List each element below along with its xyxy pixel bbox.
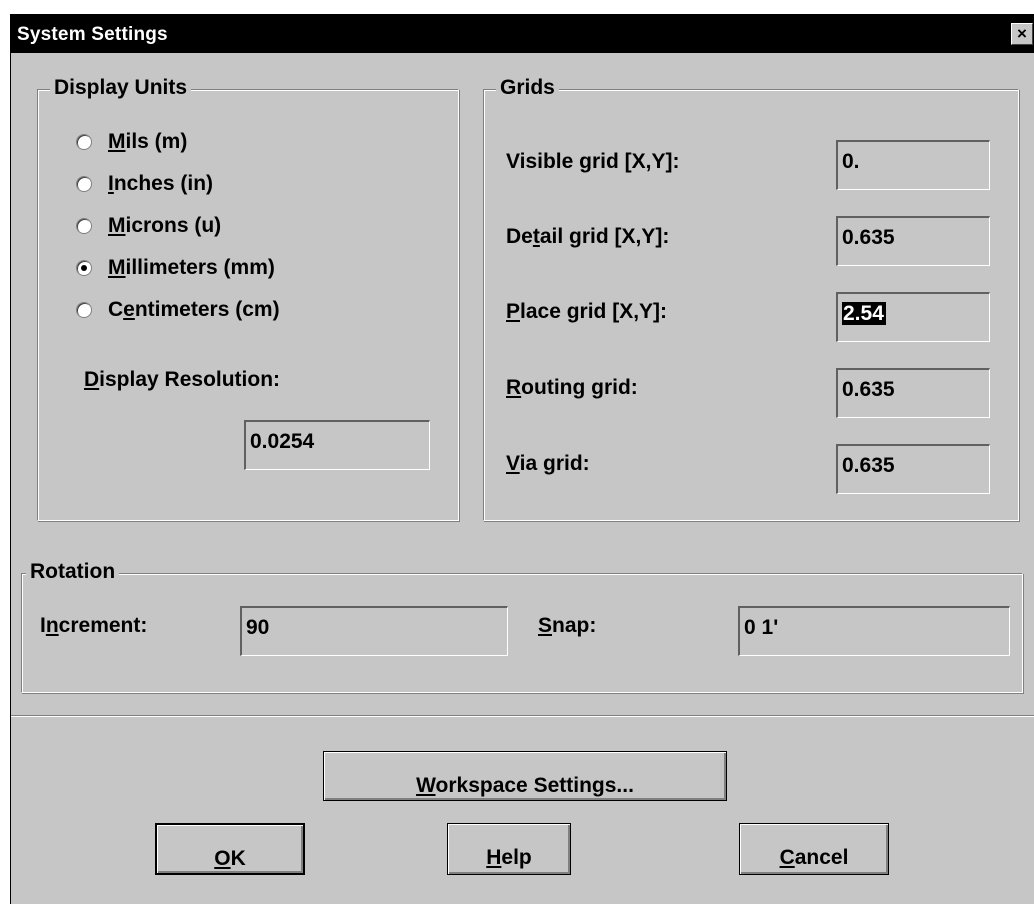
display-units-group: Display Units Mils (m) Inches (in) Micro… [37,76,459,521]
rotation-group: Rotation Increment: 90 Snap: 0 1' [21,560,1023,693]
close-button[interactable]: × [1011,23,1033,45]
background-strip [0,0,1034,14]
system-settings-dialog: System Settings × Display Units Mils (m)… [10,14,1034,904]
radio-centimeters-label: Centimeters (cm) [108,298,280,321]
help-button[interactable]: Help [447,823,571,875]
place-grid-input[interactable]: 2.54 [836,292,990,342]
radio-button-icon[interactable] [76,176,92,192]
window-title: System Settings [17,24,168,45]
radio-button-checked-icon[interactable] [76,260,92,276]
cancel-label: Cancel [779,846,849,869]
radio-microns-label: Microns (u) [108,214,222,237]
grids-legend: Grids [496,76,559,100]
radio-button-icon[interactable] [76,302,92,318]
snap-label: Snap: [538,614,597,637]
display-resolution-label: Display Resolution: [84,368,281,391]
place-grid-selected-text: 2.54 [842,302,886,325]
detail-grid-label: Detail grid [X,Y]: [506,225,670,248]
grids-group: Grids Visible grid [X,Y]: 0. Detail grid… [483,76,1019,521]
workspace-settings-button[interactable]: Workspace Settings... [323,751,727,801]
detail-grid-input[interactable]: 0.635 [836,216,990,266]
increment-label: Increment: [40,614,148,637]
divider [11,715,1034,717]
radio-button-icon[interactable] [76,218,92,234]
radio-inches-label: Inches (in) [108,172,214,195]
display-units-legend: Display Units [50,76,192,100]
cancel-button[interactable]: Cancel [739,823,889,875]
radio-button-icon[interactable] [76,134,92,150]
radio-mils-label: Mils (m) [108,130,188,153]
display-resolution-input[interactable]: 0.0254 [244,420,430,470]
help-label: Help [486,846,532,869]
routing-grid-label: Routing grid: [506,376,638,399]
close-icon: × [1017,24,1027,43]
ok-button[interactable]: OK [155,823,305,875]
title-bar: System Settings × [11,15,1034,53]
via-grid-input[interactable]: 0.635 [836,444,990,494]
via-grid-label: Via grid: [506,452,590,475]
radio-millimeters-label: Millimeters (mm) [108,256,275,279]
place-grid-label: Place grid [X,Y]: [506,300,668,323]
snap-input[interactable]: 0 1' [738,606,1010,656]
workspace-settings-label: Workspace Settings... [416,774,634,797]
routing-grid-input[interactable]: 0.635 [836,368,990,418]
increment-input[interactable]: 90 [240,606,508,656]
ok-label: OK [214,847,246,870]
visible-grid-label: Visible grid [X,Y]: [506,150,680,173]
visible-grid-input[interactable]: 0. [836,140,990,190]
rotation-legend: Rotation [26,560,120,584]
